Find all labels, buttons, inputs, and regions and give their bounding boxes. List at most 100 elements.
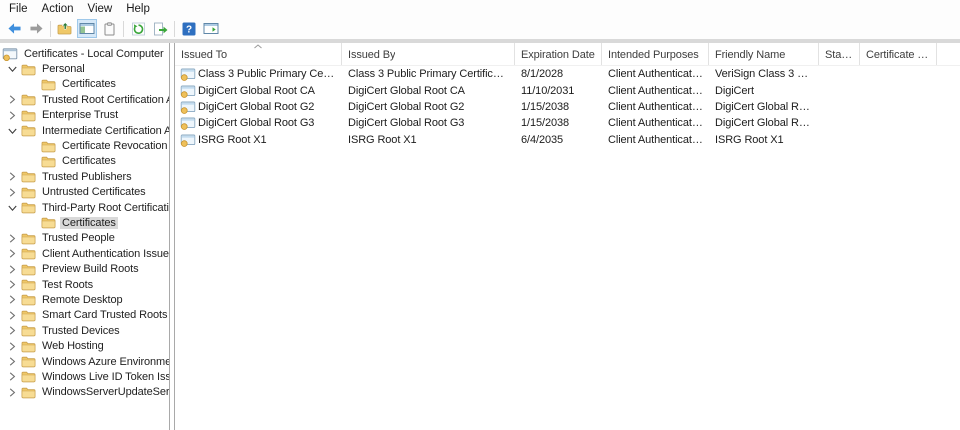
folder-icon — [20, 62, 36, 76]
cell-intended-purposes: Client Authenticatio… — [608, 68, 709, 81]
column-header-expiration-date[interactable]: Expiration Date — [515, 43, 602, 65]
folder-icon — [20, 185, 36, 199]
tree-item-trusted-people[interactable]: Trusted People — [0, 231, 169, 246]
show-console-tree-button[interactable] — [77, 19, 97, 38]
tree-item-untrusted-certificates[interactable]: Untrusted Certificates — [0, 185, 169, 200]
cell-intended-purposes: Client Authenticatio… — [608, 133, 709, 146]
issued-to-text: ISRG Root X1 — [198, 133, 267, 146]
menu-view[interactable]: View — [81, 2, 120, 16]
folder-icon — [20, 262, 36, 276]
folder-icon — [20, 170, 36, 184]
tree-item-label: Certificates - Local Computer — [24, 47, 164, 60]
folder-icon — [40, 216, 56, 230]
cell-friendly-name: DigiCert Global Roo… — [715, 100, 819, 113]
cell-issued-by: DigiCert Global Root CA — [348, 84, 465, 97]
tree-item-certificates[interactable]: Certificates — [0, 154, 169, 169]
tree-item-enterprise-trust[interactable]: Enterprise Trust — [0, 108, 169, 123]
chevron-down-icon[interactable] — [4, 62, 20, 76]
certificate-row[interactable]: DigiCert Global Root CA DigiCert Global R… — [175, 82, 960, 98]
tree-item-remote-desktop[interactable]: Remote Desktop — [0, 292, 169, 307]
chevron-right-icon[interactable] — [4, 293, 20, 307]
tree-item-personal[interactable]: Personal — [0, 61, 169, 76]
tree-item-third-party-root-certification[interactable]: Third-Party Root Certification — [0, 200, 169, 215]
column-header-label: Status — [825, 49, 853, 61]
chevron-right-icon[interactable] — [4, 108, 20, 122]
certificate-row[interactable]: Class 3 Public Primary Certificati… Class… — [175, 66, 960, 82]
tree-item-windows-azure-environment[interactable]: Windows Azure Environment — [0, 354, 169, 369]
tree-item-certificates[interactable]: Certificates — [0, 215, 169, 230]
certificate-row[interactable]: DigiCert Global Root G3 DigiCert Global R… — [175, 115, 960, 131]
chevron-right-icon[interactable] — [4, 355, 20, 369]
tree-item-trusted-devices[interactable]: Trusted Devices — [0, 323, 169, 338]
chevron-right-icon[interactable] — [4, 385, 20, 399]
chevron-right-icon[interactable] — [4, 93, 20, 107]
refresh-button[interactable] — [128, 19, 148, 38]
tree-item-certificates[interactable]: Certificates — [0, 77, 169, 92]
chevron-right-icon[interactable] — [4, 370, 20, 384]
chevron-right-icon[interactable] — [4, 231, 20, 245]
chevron-right-icon[interactable] — [4, 262, 20, 276]
tree-item-label: Smart Card Trusted Roots — [42, 309, 168, 322]
console-tree-icon — [79, 22, 95, 35]
chevron-right-icon[interactable] — [4, 247, 20, 261]
clipboard-button[interactable] — [99, 19, 119, 38]
back-button[interactable] — [4, 19, 24, 38]
tree-item-trusted-publishers[interactable]: Trusted Publishers — [0, 169, 169, 184]
certificate-row[interactable]: ISRG Root X1 ISRG Root X1 6/4/2035 Client A… — [175, 132, 960, 148]
tree-item-preview-build-roots[interactable]: Preview Build Roots — [0, 261, 169, 276]
up-one-level-button[interactable] — [55, 19, 75, 38]
column-header-intended-purposes[interactable]: Intended Purposes — [602, 43, 709, 65]
tree-item-certificate-revocation-list[interactable]: Certificate Revocation List — [0, 138, 169, 153]
tree-item-windowsserverupdateservice[interactable]: WindowsServerUpdateService — [0, 385, 169, 400]
column-header-issued-by[interactable]: Issued By — [342, 43, 515, 65]
forward-button[interactable] — [26, 19, 46, 38]
certificate-icon — [180, 100, 196, 114]
chevron-right-icon[interactable] — [4, 339, 20, 353]
tree-item-intermediate-certification-aut[interactable]: Intermediate Certification Aut — [0, 123, 169, 138]
help-button[interactable]: ? — [179, 19, 199, 38]
cell-intended-purposes: Client Authenticatio… — [608, 100, 709, 113]
tree-item-web-hosting[interactable]: Web Hosting — [0, 338, 169, 353]
console-tree: Certificates - Local Computer Personal Cer… — [0, 43, 170, 430]
certificate-row[interactable]: DigiCert Global Root G2 DigiCert Global R… — [175, 99, 960, 115]
menu-action[interactable]: Action — [35, 2, 81, 16]
menu-help[interactable]: Help — [119, 2, 157, 16]
menu-file[interactable]: File — [2, 2, 35, 16]
certificate-icon — [180, 84, 196, 98]
tree-item-client-authentication-issuers[interactable]: Client Authentication Issuers — [0, 246, 169, 261]
tree-item-label: Personal — [42, 63, 85, 76]
tree-item-certificates-local-computer[interactable]: Certificates - Local Computer — [0, 46, 169, 61]
export-list-button[interactable] — [150, 19, 170, 38]
chevron-down-icon[interactable] — [4, 201, 20, 215]
tree-item-smart-card-trusted-roots[interactable]: Smart Card Trusted Roots — [0, 308, 169, 323]
tree-item-label: Trusted Devices — [42, 324, 120, 337]
column-header-friendly-name[interactable]: Friendly Name — [709, 43, 819, 65]
issued-to-text: DigiCert Global Root G3 — [198, 117, 315, 130]
chevron-down-icon[interactable] — [4, 124, 20, 138]
chevron-right-icon[interactable] — [4, 170, 20, 184]
forward-icon — [29, 22, 44, 35]
folder-icon — [20, 339, 36, 353]
tree-item-trusted-root-certification-aut[interactable]: Trusted Root Certification Aut — [0, 92, 169, 107]
tree-item-label: Web Hosting — [42, 340, 104, 353]
column-header-certificate-tem[interactable]: Certificate Tem… — [860, 43, 937, 65]
tree-item-test-roots[interactable]: Test Roots — [0, 277, 169, 292]
column-header-status[interactable]: Status — [819, 43, 860, 65]
chevron-right-icon[interactable] — [4, 185, 20, 199]
folder-icon — [20, 93, 36, 107]
folder-icon — [40, 139, 56, 153]
tree-item-label: Certificates — [60, 216, 118, 229]
cell-issued-by: DigiCert Global Root G2 — [348, 100, 465, 113]
toolbar-separator — [174, 20, 175, 37]
tree-item-windows-live-id-token-issuer[interactable]: Windows Live ID Token Issuer — [0, 369, 169, 384]
cell-issued-to: Class 3 Public Primary Certificati… — [175, 67, 342, 82]
chevron-right-icon[interactable] — [4, 308, 20, 322]
column-header-issued-to[interactable]: Issued To — [175, 43, 342, 65]
issued-to-text: Class 3 Public Primary Certificati… — [198, 68, 336, 81]
chevron-right-icon[interactable] — [4, 278, 20, 292]
chevron-right-icon[interactable] — [4, 324, 20, 338]
folder-icon — [40, 154, 56, 168]
action-pane-toggle-button[interactable] — [201, 19, 221, 38]
tree-item-label: Trusted People — [42, 232, 115, 245]
tree-item-label: Preview Build Roots — [42, 263, 139, 276]
